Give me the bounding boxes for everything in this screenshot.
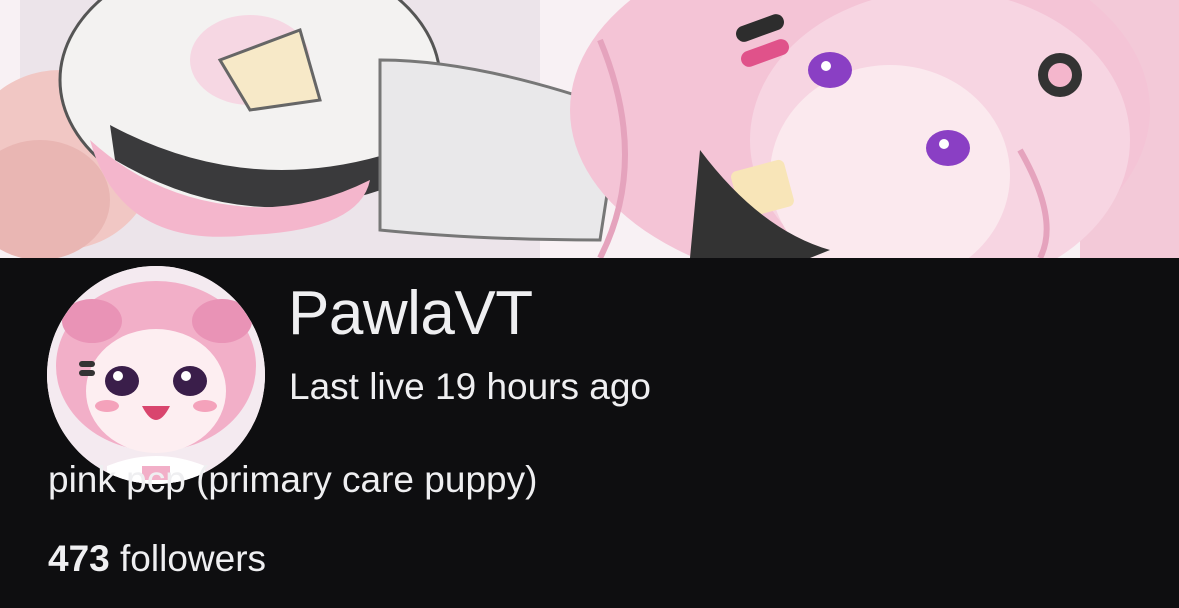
channel-bio: pink pcp (primary care puppy)	[48, 459, 538, 500]
followers-number: 473	[48, 538, 110, 579]
followers-count[interactable]: 473 followers	[48, 538, 266, 580]
channel-banner	[0, 0, 1179, 258]
channel-profile: PawlaVT Last live 19 hours ago pink pcp …	[0, 258, 1179, 608]
followers-label: followers	[120, 538, 267, 579]
banner-art-icon	[0, 0, 1179, 258]
channel-name[interactable]: PawlaVT	[288, 278, 533, 349]
avatar-icon	[47, 266, 265, 484]
last-live-status: Last live 19 hours ago	[289, 366, 652, 407]
channel-avatar[interactable]	[47, 266, 265, 484]
